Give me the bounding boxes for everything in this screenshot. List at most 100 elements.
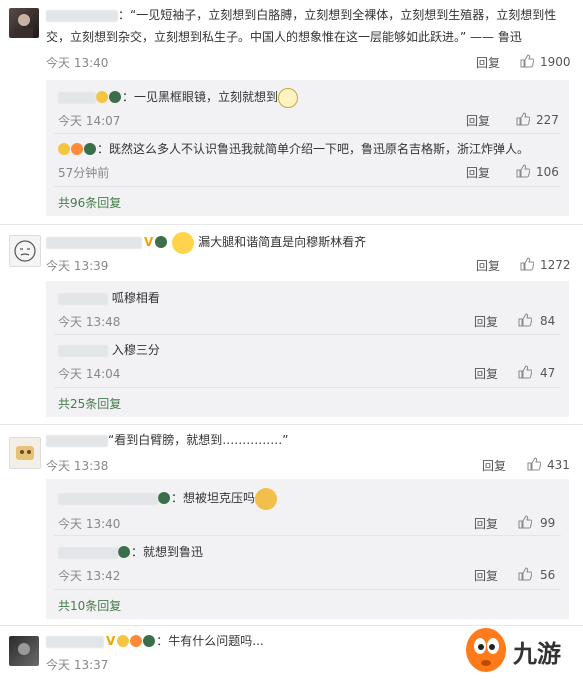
thumb-up-icon xyxy=(520,54,535,71)
avatar-image-icon xyxy=(16,446,34,460)
more-replies-link[interactable]: 共25条回复 xyxy=(58,395,121,412)
reply-time: 今天 14:04 xyxy=(58,367,121,381)
avatar[interactable] xyxy=(9,636,39,666)
comment-time: 今天 13:40 xyxy=(46,56,109,70)
divider xyxy=(54,334,561,335)
reply-button[interactable]: 回复 xyxy=(466,112,490,129)
username[interactable] xyxy=(46,236,142,249)
username[interactable] xyxy=(58,344,108,357)
avatar[interactable] xyxy=(9,437,41,469)
username[interactable] xyxy=(46,635,104,648)
reply-button[interactable]: 回复 xyxy=(482,457,506,474)
avatar-image-icon xyxy=(15,14,33,38)
badge-icon xyxy=(58,143,70,155)
thumb-up-icon xyxy=(527,457,542,474)
glasses-emoji-icon xyxy=(278,87,299,108)
username[interactable] xyxy=(46,434,108,447)
badge-icon xyxy=(117,635,130,647)
reply-time: 今天 13:48 xyxy=(58,315,121,329)
reply-button[interactable]: 回复 xyxy=(474,365,498,382)
comment-text-cont: 交，立刻想到杂交，立刻想到私生子。中国人的想象惟在这一层能够如此跃进。” —— … xyxy=(46,30,522,44)
reply-time: 今天 14:07 xyxy=(58,114,121,128)
reply-button[interactable]: 回复 xyxy=(474,515,498,532)
reply-item: ：一见黑框眼镜，立刻就想到 今天 14:07 回复 227 xyxy=(58,84,569,128)
thumb-up-icon xyxy=(518,567,533,584)
like-button[interactable]: 47 xyxy=(518,365,555,382)
reply-time: 57分钟前 xyxy=(58,166,110,180)
reply-button[interactable]: 回复 xyxy=(476,54,500,71)
username[interactable] xyxy=(46,9,118,22)
avatar-image-icon xyxy=(18,643,30,655)
reply-item: 呱穆相看 今天 13:48 回复 84 xyxy=(58,285,569,329)
username[interactable] xyxy=(58,91,96,104)
thumb-up-icon xyxy=(518,515,533,532)
reply-text: 呱穆相看 xyxy=(58,287,160,309)
reply-time: 今天 13:40 xyxy=(58,517,121,531)
thumb-up-icon xyxy=(518,313,533,330)
like-button[interactable]: 431 xyxy=(527,457,570,474)
avatar[interactable] xyxy=(9,8,39,38)
badge-icon xyxy=(143,635,156,647)
verified-v-icon: V xyxy=(144,235,154,249)
like-button[interactable]: 99 xyxy=(518,515,555,532)
reply-box: ：一见黑框眼镜，立刻就想到 今天 14:07 回复 227 ：既然这么多人不认识… xyxy=(46,80,569,216)
like-button[interactable]: 1272 xyxy=(520,257,571,274)
reply-text: 入穆三分 xyxy=(58,339,160,361)
reply-item: ：就想到鲁迅 今天 13:42 回复 56 xyxy=(58,539,569,583)
reply-button[interactable]: 回复 xyxy=(466,164,490,181)
reply-box: ：想被坦克压吗 今天 13:40 回复 99 ：就想到鲁迅 今天 13:42 回… xyxy=(46,479,569,619)
sweat-smile-emoji-icon xyxy=(172,231,195,254)
username[interactable] xyxy=(58,492,158,505)
like-button[interactable]: 1900 xyxy=(520,54,571,71)
reply-item: ：既然这么多人不认识鲁迅我就简单介绍一下吧，鲁迅原名吉格斯，浙江炸弹人。 57分… xyxy=(58,136,569,180)
watermark-text: 九游 xyxy=(513,640,561,668)
thumb-up-icon xyxy=(518,365,533,382)
divider xyxy=(54,589,561,590)
comment-time: 今天 13:38 xyxy=(46,459,109,473)
badge-icon xyxy=(130,635,143,647)
badge-icon xyxy=(155,236,168,248)
divider xyxy=(54,186,561,187)
jiuyou-watermark-logo: 九游 xyxy=(461,620,571,676)
reply-button[interactable]: 回复 xyxy=(474,313,498,330)
username[interactable] xyxy=(58,292,108,305)
thumb-up-icon xyxy=(516,112,531,129)
like-button[interactable]: 84 xyxy=(518,313,555,330)
badge-icon xyxy=(118,546,130,558)
like-button[interactable]: 56 xyxy=(518,567,555,584)
more-replies-link[interactable]: 共10条回复 xyxy=(58,597,121,614)
divider xyxy=(54,133,561,134)
reply-item: 入穆三分 今天 14:04 回复 47 xyxy=(58,337,569,381)
reply-text: ：就想到鲁迅 xyxy=(58,541,203,563)
divider xyxy=(54,535,561,536)
comment-time: 今天 13:37 xyxy=(46,658,109,672)
like-button[interactable]: 106 xyxy=(516,164,559,181)
comment-3: “看到白臂膀，就想到……………” 今天 13:38 回复 431 ：想被坦克压吗… xyxy=(0,425,583,625)
reply-box: 呱穆相看 今天 13:48 回复 84 入穆三分 今天 14:04 回复 47 … xyxy=(46,281,569,417)
verified-v-icon: V xyxy=(106,634,116,648)
reply-item: ：想被坦克压吗 今天 13:40 回复 99 xyxy=(58,483,569,532)
reply-text: ：想被坦克压吗 xyxy=(58,487,281,510)
avatar[interactable] xyxy=(9,235,41,267)
thumb-up-icon xyxy=(516,164,531,181)
more-replies-link[interactable]: 共96条回复 xyxy=(58,194,121,211)
reply-button[interactable]: 回复 xyxy=(474,567,498,584)
badge-icon xyxy=(109,91,121,103)
username[interactable] xyxy=(58,546,118,559)
divider xyxy=(54,387,561,388)
badge-icon xyxy=(158,492,170,504)
comment-2: V 漏大腿和谐简直是向穆斯林看齐 今天 13:39 回复 1272 呱穆相看 今… xyxy=(0,225,583,425)
comment-text: ：“一见短袖子，立刻想到白胳膊，立刻想到全裸体，立刻想到生殖器，立刻想到性 xyxy=(46,4,571,26)
reply-text: ：一见黑框眼镜，立刻就想到 xyxy=(58,86,302,108)
comment-text: V 漏大腿和谐简直是向穆斯林看齐 xyxy=(46,231,571,254)
dog-emoji-icon xyxy=(255,487,278,510)
like-button[interactable]: 227 xyxy=(516,112,559,129)
comment-text: “看到白臂膀，就想到……………” xyxy=(46,429,571,451)
reply-text: ：既然这么多人不认识鲁迅我就简单介绍一下吧，鲁迅原名吉格斯，浙江炸弹人。 xyxy=(58,138,529,160)
reply-button[interactable]: 回复 xyxy=(476,257,500,274)
fox-mascot-icon xyxy=(466,628,506,672)
reply-time: 今天 13:42 xyxy=(58,569,121,583)
comment-time: 今天 13:39 xyxy=(46,259,109,273)
thumb-up-icon xyxy=(520,257,535,274)
badge-icon xyxy=(71,143,83,155)
